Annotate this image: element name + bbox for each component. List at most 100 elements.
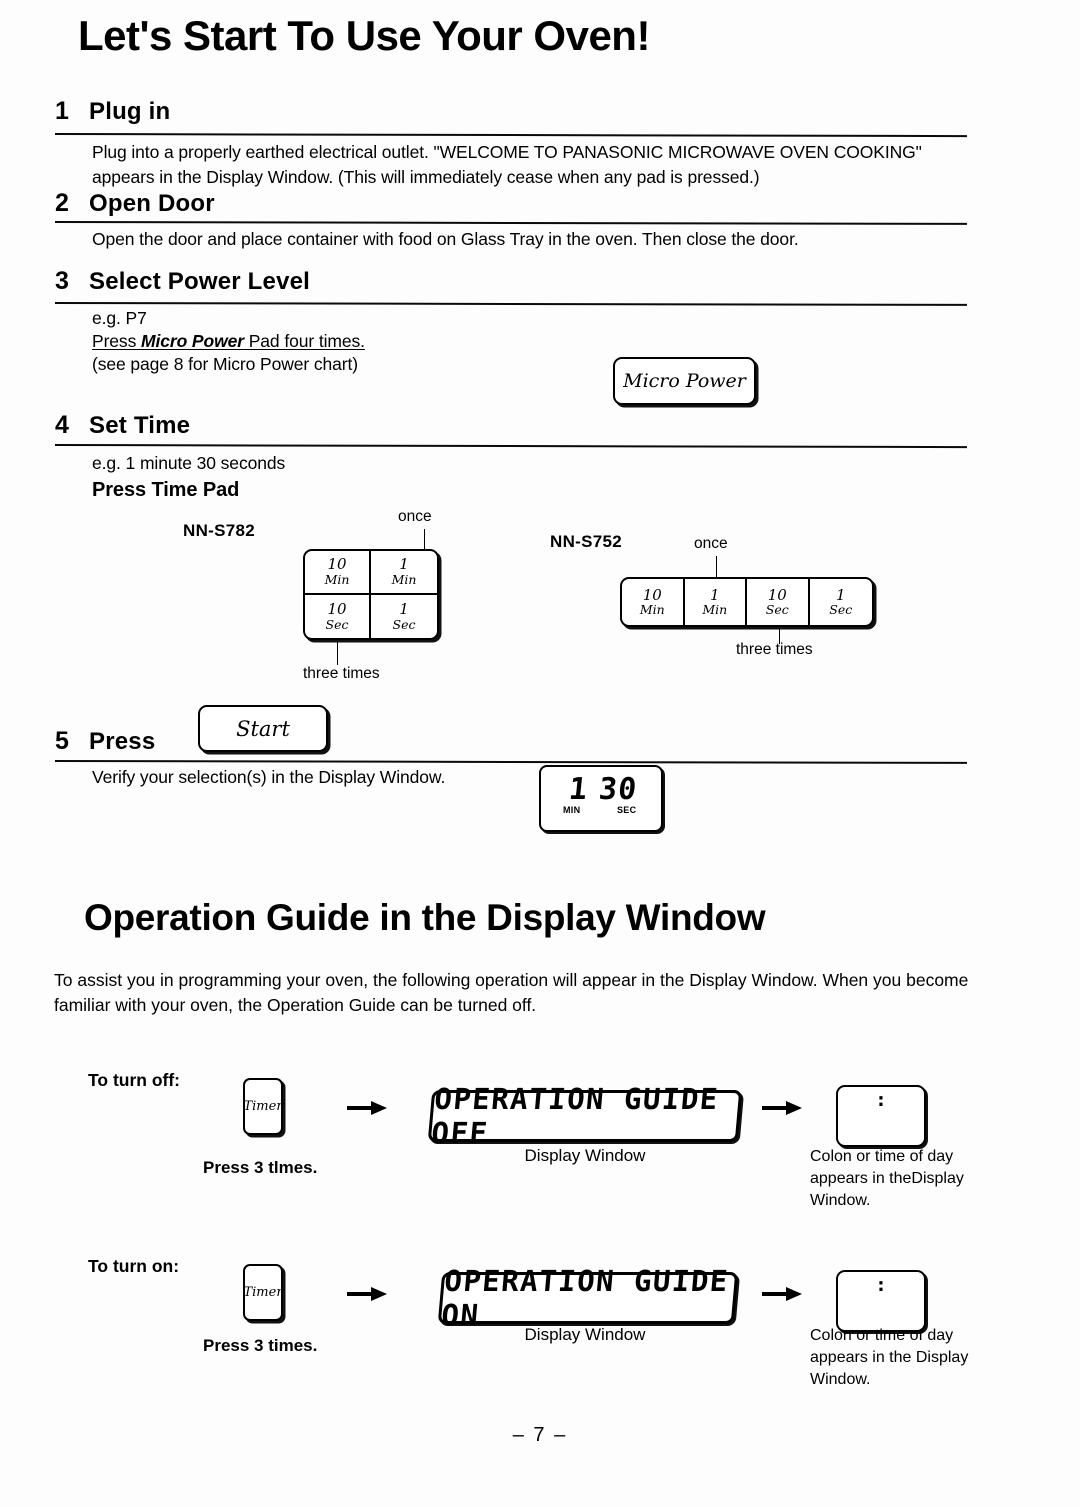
- key752-10-min-num: 10: [642, 585, 662, 604]
- operation-guide-intro: To assist you in programming your oven, …: [54, 970, 969, 1015]
- time-pad-nn-s782[interactable]: 10 Min 1 Min 10 Sec 1 Sec: [303, 549, 439, 640]
- step-5-rule: [54, 760, 968, 764]
- step-3-instruction: Press Micro Power Pad four times.: [92, 329, 365, 354]
- micro-power-pad-label: Micro Power: [623, 370, 746, 392]
- step-2-body: Open the door and place container with f…: [92, 229, 799, 249]
- display-readout: 1 30 MIN SEC: [539, 765, 663, 832]
- step-3-example: e.g. P7: [92, 308, 147, 328]
- page-number: – 7 –: [512, 1424, 568, 1446]
- step-4-example: e.g. 1 minute 30 seconds: [92, 453, 286, 473]
- key752-1-sec-num: 1: [835, 585, 846, 604]
- step-3-instruction-emphasis: Micro Power: [141, 331, 244, 351]
- key752-10-min[interactable]: 10 Min: [622, 579, 685, 625]
- timer-pad-off-label: Timer: [243, 1099, 283, 1114]
- result-note-off: Colon or time of day appears in theDispl…: [810, 1148, 964, 1209]
- step-2-number: 2: [55, 189, 69, 217]
- colon-glyph-off: :: [875, 1089, 887, 1111]
- step-4-rule: [54, 444, 967, 449]
- step-3-instruction-prefix: Press: [92, 331, 141, 351]
- section-title-operation-guide: Operation Guide in the Display Window: [84, 897, 766, 938]
- step-2-title: Open Door: [89, 190, 215, 217]
- key-1-min[interactable]: 1 Min: [371, 551, 437, 595]
- step-3-title: Select Power Level: [89, 268, 311, 295]
- key752-1-sec[interactable]: 1 Sec: [810, 579, 873, 625]
- key-10-sec[interactable]: 10 Sec: [305, 594, 371, 638]
- key752-1-min[interactable]: 1 Min: [685, 579, 747, 625]
- leader-once-s752: [716, 556, 717, 577]
- press-note-off: Press 3 tlmes.: [203, 1158, 318, 1177]
- step-1-title: Plug in: [89, 98, 171, 125]
- key752-10-min-unit: Min: [639, 602, 665, 618]
- display-window-off: OPERATION GUIDE OFF: [427, 1082, 743, 1150]
- display-window-caption-on: Display Window: [524, 1325, 646, 1344]
- step-2-heading: 2 Open Door: [55, 189, 967, 218]
- step-1-heading: 1 Plug in: [55, 97, 967, 126]
- manual-page: Let's Start To Use Your Oven! 1 Plug in …: [0, 0, 1080, 1507]
- arrow-right-icon-off-1: [345, 1098, 389, 1118]
- start-pad-label: Start: [236, 716, 290, 741]
- time-pad-nn-s752[interactable]: 10 Min 1 Min 10 Sec 1 Sec: [620, 577, 874, 627]
- key752-1-sec-unit: Sec: [829, 602, 853, 618]
- step-4-instruction: Press Time Pad: [92, 479, 240, 501]
- step-4-title: Set Time: [89, 412, 191, 439]
- step-4-number: 4: [55, 411, 69, 439]
- callout-once-s782: once: [398, 508, 432, 525]
- step-5-number: 5: [55, 727, 69, 755]
- step-3-heading: 3 Select Power Level: [55, 267, 967, 296]
- key752-10-sec-unit: Sec: [765, 602, 789, 618]
- callout-three-times-s752: three times: [736, 641, 813, 658]
- page-title: Let's Start To Use Your Oven!: [78, 12, 650, 59]
- key-1-min-unit: Min: [391, 572, 417, 588]
- colon-glyph-on: :: [875, 1274, 887, 1296]
- key-10-sec-unit: Sec: [325, 616, 349, 632]
- step-5-title: Press: [89, 728, 156, 755]
- step-3-instruction-suffix: Pad four times.: [243, 331, 365, 351]
- key752-10-sec[interactable]: 10 Sec: [747, 579, 810, 625]
- key752-10-sec-num: 10: [767, 585, 787, 604]
- timer-pad-on[interactable]: Timer: [243, 1264, 283, 1321]
- model-label-nn-s752: NN-S752: [550, 532, 623, 551]
- key752-1-min-num: 1: [709, 585, 720, 604]
- display-window-caption-off: Display Window: [524, 1146, 646, 1165]
- timer-pad-off[interactable]: Timer: [243, 1078, 283, 1135]
- readout-min-label: MIN: [563, 805, 581, 815]
- step-5-heading: 5 Press: [55, 727, 967, 756]
- key-10-min-unit: Min: [324, 572, 350, 588]
- key-1-sec[interactable]: 1 Sec: [371, 595, 437, 639]
- step-1-number: 1: [55, 97, 69, 125]
- micro-power-pad[interactable]: Micro Power: [613, 357, 756, 405]
- result-note-on: Colon or time of day appears in the Disp…: [810, 1327, 969, 1388]
- key-10-sec-num: 10: [327, 599, 347, 618]
- step-3-rule: [54, 302, 968, 306]
- start-pad[interactable]: Start: [198, 705, 328, 752]
- callout-three-times-s782: three times: [303, 665, 380, 682]
- press-note-on: Press 3 times.: [203, 1336, 318, 1355]
- arrow-right-icon-on-2: [760, 1284, 804, 1304]
- step-4-heading: 4 Set Time: [55, 411, 967, 440]
- step-1-body: Plug into a properly earthed electrical …: [92, 142, 922, 187]
- leader-three-times-s782: [337, 641, 338, 665]
- step-1-rule: [54, 133, 967, 138]
- readout-seconds: 30: [597, 772, 639, 807]
- readout-minutes: 1: [567, 772, 589, 807]
- row-label-turn-on: To turn on:: [88, 1256, 180, 1276]
- colon-display-on: :: [836, 1270, 926, 1332]
- arrow-right-icon-off-2: [760, 1098, 804, 1118]
- key-1-sec-unit: Sec: [392, 616, 416, 632]
- display-window-on: OPERATION GUIDE ON: [437, 1264, 739, 1332]
- readout-sec-label: SEC: [617, 805, 637, 815]
- step-5-body: Verify your selection(s) in the Display …: [92, 767, 446, 787]
- row-label-turn-off: To turn off:: [88, 1070, 180, 1090]
- model-label-nn-s782: NN-S782: [183, 521, 256, 540]
- callout-once-s752: once: [694, 535, 728, 552]
- display-window-on-text: OPERATION GUIDE ON: [440, 1264, 731, 1332]
- key-1-sec-num: 1: [399, 599, 409, 618]
- colon-display-off: :: [836, 1085, 926, 1147]
- key-10-min[interactable]: 10 Min: [305, 551, 371, 595]
- step-2-rule: [54, 221, 968, 225]
- timer-pad-on-label: Timer: [243, 1285, 283, 1300]
- step-3-reference: (see page 8 for Micro Power chart): [92, 354, 359, 374]
- key752-1-min-unit: Min: [702, 602, 728, 618]
- key-10-min-num: 10: [327, 555, 347, 574]
- key-1-min-num: 1: [399, 555, 409, 574]
